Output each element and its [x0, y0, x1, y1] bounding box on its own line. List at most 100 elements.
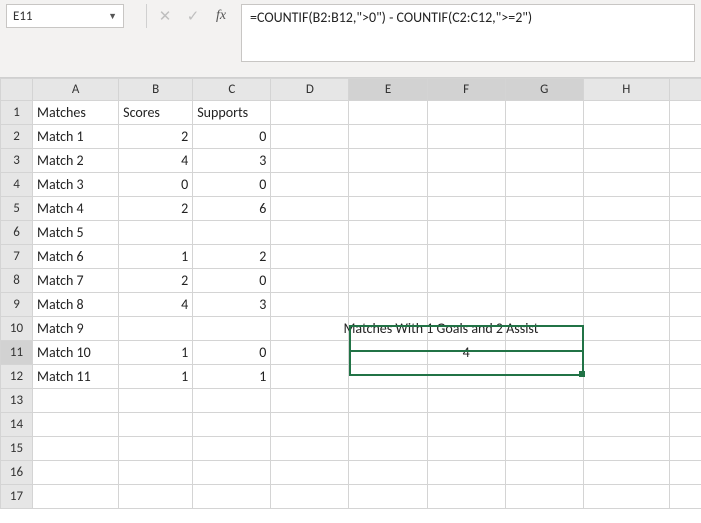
cell-B16[interactable]: [119, 461, 193, 485]
cell-C13[interactable]: [193, 389, 271, 413]
cell-G14[interactable]: [505, 413, 583, 437]
cell-D6[interactable]: [271, 221, 349, 245]
cell-G13[interactable]: [505, 389, 583, 413]
cell-G12[interactable]: [505, 365, 583, 389]
cell-A10[interactable]: Match 9: [33, 317, 119, 341]
cell-E10[interactable]: Matches With 1 Goals and 2 Assist: [349, 317, 427, 341]
cell-G6[interactable]: [505, 221, 583, 245]
cell-G7[interactable]: [505, 245, 583, 269]
cell-H9[interactable]: [583, 293, 669, 317]
cell-E3[interactable]: [349, 149, 427, 173]
cell-I5[interactable]: [669, 197, 701, 221]
cell-F2[interactable]: [427, 125, 505, 149]
cell-A13[interactable]: [33, 389, 119, 413]
cell-I15[interactable]: [669, 437, 701, 461]
cell-G3[interactable]: [505, 149, 583, 173]
cell-D14[interactable]: [271, 413, 349, 437]
cell-I7[interactable]: [669, 245, 701, 269]
col-header-C[interactable]: C: [193, 79, 271, 101]
row-header-2[interactable]: 2: [1, 125, 33, 149]
cell-I4[interactable]: [669, 173, 701, 197]
cell-G1[interactable]: [505, 101, 583, 125]
row-header-11[interactable]: 11: [1, 341, 33, 365]
cell-H7[interactable]: [583, 245, 669, 269]
cell-E14[interactable]: [349, 413, 427, 437]
cell-C8[interactable]: 0: [193, 269, 271, 293]
cell-E17[interactable]: [349, 485, 427, 509]
cell-F16[interactable]: [427, 461, 505, 485]
cell-A9[interactable]: Match 8: [33, 293, 119, 317]
cell-G15[interactable]: [505, 437, 583, 461]
insert-function-button[interactable]: fx: [207, 4, 235, 28]
cell-G5[interactable]: [505, 197, 583, 221]
row-header-3[interactable]: 3: [1, 149, 33, 173]
cell-H4[interactable]: [583, 173, 669, 197]
cell-G8[interactable]: [505, 269, 583, 293]
cell-I13[interactable]: [669, 389, 701, 413]
cell-I12[interactable]: [669, 365, 701, 389]
cell-B1[interactable]: Scores: [119, 101, 193, 125]
cell-B9[interactable]: 4: [119, 293, 193, 317]
cell-E11[interactable]: [349, 341, 427, 365]
cell-G16[interactable]: [505, 461, 583, 485]
cell-G2[interactable]: [505, 125, 583, 149]
cell-H13[interactable]: [583, 389, 669, 413]
cell-H17[interactable]: [583, 485, 669, 509]
cell-B17[interactable]: [119, 485, 193, 509]
col-header-B[interactable]: B: [119, 79, 193, 101]
cell-F9[interactable]: [427, 293, 505, 317]
cell-B15[interactable]: [119, 437, 193, 461]
cell-B12[interactable]: 1: [119, 365, 193, 389]
cell-D8[interactable]: [271, 269, 349, 293]
cell-A8[interactable]: Match 7: [33, 269, 119, 293]
spreadsheet-grid[interactable]: A B C D E F G H 1 Matches Scores Support…: [0, 78, 701, 509]
cell-A1[interactable]: Matches: [33, 101, 119, 125]
cell-H6[interactable]: [583, 221, 669, 245]
cell-C9[interactable]: 3: [193, 293, 271, 317]
cell-B14[interactable]: [119, 413, 193, 437]
cell-H14[interactable]: [583, 413, 669, 437]
cell-A2[interactable]: Match 1: [33, 125, 119, 149]
cell-D2[interactable]: [271, 125, 349, 149]
cell-A14[interactable]: [33, 413, 119, 437]
cell-I14[interactable]: [669, 413, 701, 437]
cell-F14[interactable]: [427, 413, 505, 437]
select-all-corner[interactable]: [1, 79, 33, 101]
row-header-7[interactable]: 7: [1, 245, 33, 269]
cell-F8[interactable]: [427, 269, 505, 293]
cell-I3[interactable]: [669, 149, 701, 173]
row-header-8[interactable]: 8: [1, 269, 33, 293]
cell-C5[interactable]: 6: [193, 197, 271, 221]
cell-I2[interactable]: [669, 125, 701, 149]
cell-F11[interactable]: 4: [427, 341, 505, 365]
col-header-A[interactable]: A: [33, 79, 119, 101]
cell-B6[interactable]: [119, 221, 193, 245]
enter-formula-button[interactable]: ✓: [179, 4, 207, 28]
col-header-G[interactable]: G: [505, 79, 583, 101]
cell-F4[interactable]: [427, 173, 505, 197]
cell-A17[interactable]: [33, 485, 119, 509]
cell-D5[interactable]: [271, 197, 349, 221]
cell-H5[interactable]: [583, 197, 669, 221]
cell-F7[interactable]: [427, 245, 505, 269]
cell-C16[interactable]: [193, 461, 271, 485]
row-header-17[interactable]: 17: [1, 485, 33, 509]
cell-D17[interactable]: [271, 485, 349, 509]
row-header-13[interactable]: 13: [1, 389, 33, 413]
cell-C7[interactable]: 2: [193, 245, 271, 269]
cell-D7[interactable]: [271, 245, 349, 269]
cell-I10[interactable]: [669, 317, 701, 341]
cell-H8[interactable]: [583, 269, 669, 293]
cell-F6[interactable]: [427, 221, 505, 245]
cell-B5[interactable]: 2: [119, 197, 193, 221]
cancel-formula-button[interactable]: ✕: [151, 4, 179, 28]
cell-H2[interactable]: [583, 125, 669, 149]
cell-C12[interactable]: 1: [193, 365, 271, 389]
cell-C17[interactable]: [193, 485, 271, 509]
cell-E5[interactable]: [349, 197, 427, 221]
cell-A5[interactable]: Match 4: [33, 197, 119, 221]
cell-C11[interactable]: 0: [193, 341, 271, 365]
cell-E4[interactable]: [349, 173, 427, 197]
cell-F12[interactable]: [427, 365, 505, 389]
cell-D13[interactable]: [271, 389, 349, 413]
